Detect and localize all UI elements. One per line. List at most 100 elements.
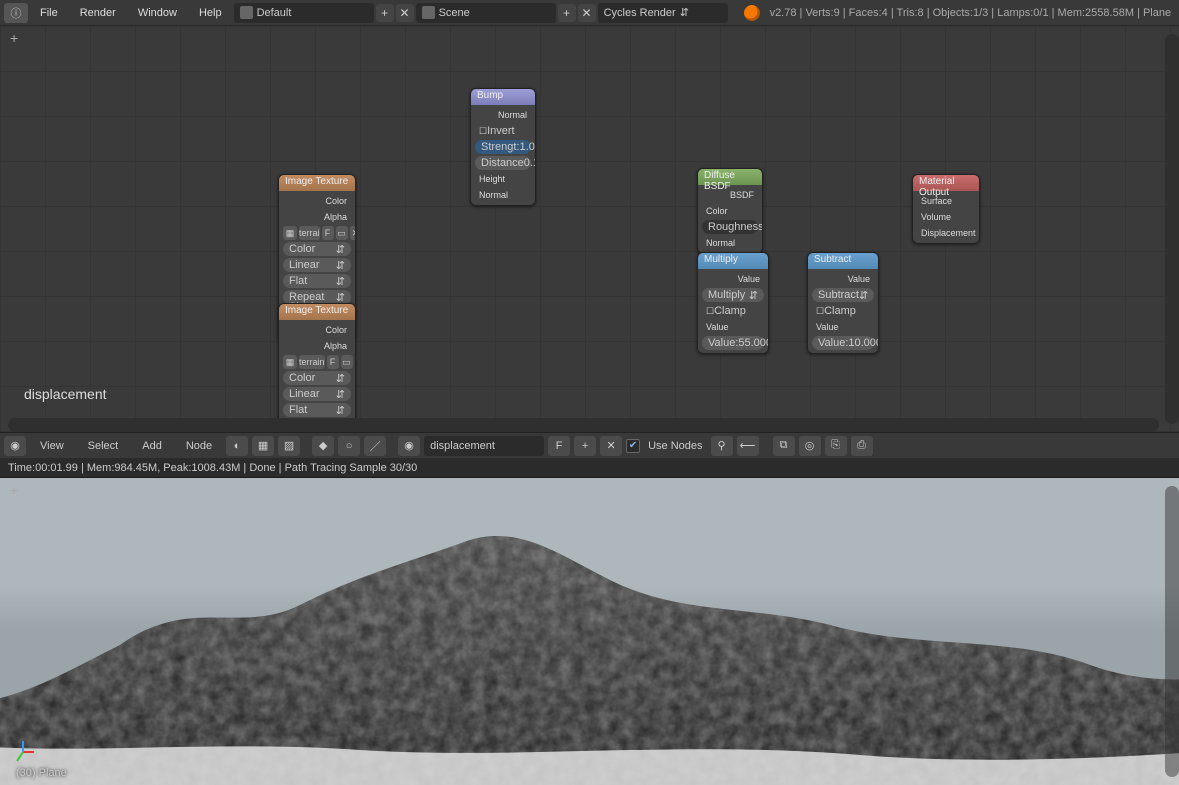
socket-color-in[interactable]: Color [702,204,758,218]
nodebar-node[interactable]: Node [176,436,222,456]
image-f-button[interactable]: F [322,226,334,240]
expand-panel-icon[interactable]: + [10,30,18,46]
socket-normal-out[interactable]: Normal [475,108,531,122]
go-parent-icon[interactable]: ⟵ [737,436,759,456]
image-unlink-button[interactable]: ✕ [355,355,356,369]
image-icon[interactable]: ▦ [283,226,297,240]
line-style-icon[interactable]: ／ [364,436,386,456]
socket-normal-in[interactable]: Normal [475,188,531,202]
texture-type-icon[interactable]: ▨ [278,436,300,456]
socket-alpha-out[interactable]: Alpha [283,339,351,353]
roughness-field[interactable]: Roughness0.000 [702,220,758,234]
node-math-multiply[interactable]: Multiply Value Multiply⇵ ☐ Clamp Value V… [697,252,769,354]
node-material-output[interactable]: Material Output Surface Volume Displacem… [912,174,980,244]
image-open-button[interactable]: ▭ [336,226,348,240]
node-header[interactable]: Diffuse BSDF [698,169,762,185]
object-shader-icon[interactable]: ◆ [312,436,334,456]
interpolation-dropdown[interactable]: Linear⇵ [283,258,351,272]
unlink-material-button[interactable]: ✕ [600,436,622,456]
projection-dropdown[interactable]: Flat⇵ [283,403,351,417]
image-f-button[interactable]: F [327,355,339,369]
image-unlink-button[interactable]: ✕ [350,226,356,240]
projection-dropdown[interactable]: Flat⇵ [283,274,351,288]
node-image-texture-2[interactable]: Image Texture Color Alpha ▦ terrain F ▭ … [278,303,356,432]
clamp-checkbox[interactable]: ☐ Clamp [702,304,764,318]
socket-color-out[interactable]: Color [283,323,351,337]
socket-value-out[interactable]: Value [812,272,874,286]
image-open-button[interactable]: ▭ [341,355,353,369]
node-bump[interactable]: Bump Normal ☐ Invert Strengt:1.000 Dista… [470,88,536,206]
node-header[interactable]: Bump [471,89,535,105]
node-diffuse-bsdf[interactable]: Diffuse BSDF BSDF Color Roughness0.000 N… [697,168,763,254]
top-menu-window[interactable]: Window [128,3,187,23]
use-nodes-checkbox[interactable]: ✔ [626,439,640,453]
socket-value-out[interactable]: Value [702,272,764,286]
interpolation-dropdown[interactable]: Linear⇵ [283,387,351,401]
node-header[interactable]: Multiply [698,253,768,269]
top-menu-render[interactable]: Render [70,3,126,23]
value2-field[interactable]: Value:10.000 [812,336,874,350]
node-header[interactable]: Image Texture [279,304,355,320]
socket-normal-in[interactable]: Normal [702,236,758,250]
scrollbar-vertical[interactable] [1165,486,1179,777]
image-icon[interactable]: ▦ [283,355,297,369]
snap-type-icon[interactable]: ◎ [799,436,821,456]
material-slot-icon[interactable]: ◉ [398,436,420,456]
top-menu-file[interactable]: File [30,3,68,23]
remove-scene-button[interactable]: ✕ [578,4,596,22]
operation-dropdown[interactable]: Multiply⇵ [702,288,764,302]
invert-checkbox[interactable]: ☐ Invert [475,124,531,138]
node-editor-canvas[interactable]: + Image Texture Color Alpha ▦ terrai F ▭… [0,26,1179,432]
socket-value1-in[interactable]: Value [702,320,764,334]
material-name-input[interactable] [424,436,544,456]
distance-field[interactable]: Distance0.100 [475,156,531,170]
socket-value1-in[interactable]: Value [812,320,874,334]
socket-alpha-out[interactable]: Alpha [283,210,351,224]
scrollbar-vertical[interactable] [1165,34,1179,424]
nodebar-add[interactable]: Add [132,436,172,456]
image-name[interactable]: terrain [299,355,325,369]
operation-dropdown[interactable]: Subtract⇵ [812,288,874,302]
socket-surface-in[interactable]: Surface [917,194,975,208]
strength-field[interactable]: Strengt:1.000 [475,140,531,154]
screen-layout-dropdown[interactable]: Default [234,3,374,23]
paste-nodes-icon[interactable]: ⎙ [851,436,873,456]
nodebar-view[interactable]: View [30,436,74,456]
compositing-type-icon[interactable]: ▦ [252,436,274,456]
scene-dropdown[interactable]: Scene [416,3,556,23]
shader-type-icon[interactable]: ◐ [226,436,248,456]
editor-type-icon[interactable]: ◉ [4,436,26,456]
clamp-checkbox[interactable]: ☐ Clamp [812,304,874,318]
colorspace-dropdown[interactable]: Color⇵ [283,371,351,385]
image-browse-row[interactable]: ▦ terrai F ▭ ✕ [283,226,351,240]
scrollbar-horizontal[interactable] [8,418,1159,432]
pin-icon[interactable]: ⚲ [711,436,733,456]
socket-height-in[interactable]: Height [475,172,531,186]
render-result-viewport[interactable]: (30) Plane + [0,478,1179,785]
fake-user-button[interactable]: F [548,436,570,456]
socket-bsdf-out[interactable]: BSDF [702,188,758,202]
expand-panel-icon[interactable]: + [10,482,18,498]
node-math-subtract[interactable]: Subtract Value Subtract⇵ ☐ Clamp Value V… [807,252,879,354]
add-material-button[interactable]: + [574,436,596,456]
node-header[interactable]: Material Output [913,175,979,191]
node-header[interactable]: Image Texture [279,175,355,191]
socket-displacement-in[interactable]: Displacement [917,226,975,240]
editor-type-icon[interactable]: ⓘ [4,3,28,23]
node-header[interactable]: Subtract [808,253,878,269]
snap-icon[interactable]: ⧉ [773,436,795,456]
remove-layout-button[interactable]: ✕ [396,4,414,22]
top-menu-help[interactable]: Help [189,3,232,23]
copy-nodes-icon[interactable]: ⎘ [825,436,847,456]
nodebar-select[interactable]: Select [78,436,129,456]
world-shader-icon[interactable]: ○ [338,436,360,456]
socket-color-out[interactable]: Color [283,194,351,208]
value2-field[interactable]: Value:55.000 [702,336,764,350]
socket-volume-in[interactable]: Volume [917,210,975,224]
image-browse-row[interactable]: ▦ terrain F ▭ ✕ [283,355,351,369]
add-scene-button[interactable]: + [558,4,576,22]
add-layout-button[interactable]: + [376,4,394,22]
image-name[interactable]: terrai [299,226,320,240]
render-engine-dropdown[interactable]: Cycles Render ⇵ [598,3,728,23]
colorspace-dropdown[interactable]: Color⇵ [283,242,351,256]
